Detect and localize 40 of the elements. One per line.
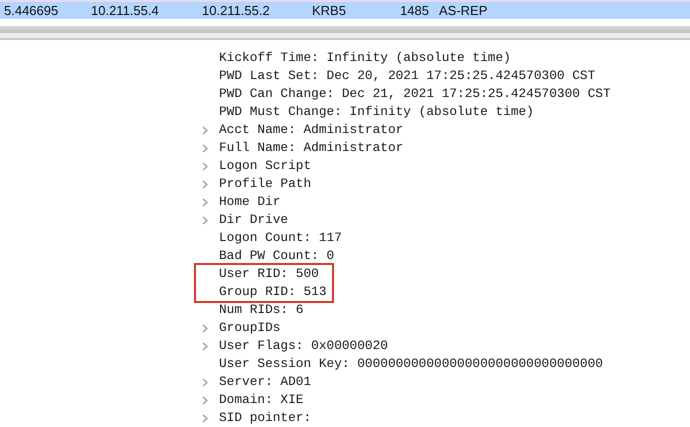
detail-text: Full Name: Administrator [219, 139, 404, 158]
packet-cell-text: 10.211.55.2 [202, 2, 271, 20]
chevron-right-icon[interactable] [202, 180, 208, 188]
chevron-right-icon[interactable] [202, 216, 208, 224]
detail-text: Home Dir [219, 193, 280, 212]
detail-text: Num RIDs: 6 [219, 301, 304, 320]
detail-text: SID pointer: [219, 409, 312, 427]
packet-cell-text: 5.446695 [4, 2, 60, 20]
detail-text: Acct Name: Administrator [219, 121, 404, 140]
packet-cell-text: 10.211.55.4 [91, 2, 160, 20]
chevron-right-icon[interactable] [202, 144, 208, 152]
packet-cell-text: 1485 [399, 2, 429, 20]
detail-text: PWD Can Change: Dec 21, 2021 17:25:25.424570300 CST [219, 85, 611, 104]
detail-text: Server: AD01 [219, 373, 312, 392]
detail-text: Logon Script [219, 157, 312, 176]
detail-text: User Flags: 0x00000020 [219, 337, 388, 356]
packet-cell-text: AS-REP [438, 2, 488, 20]
splitter-handle[interactable] [0, 26, 690, 33]
detail-text: Domain: XIE [219, 391, 304, 410]
detail-text: Logon Count: 117 [219, 229, 342, 248]
chevron-right-icon[interactable] [202, 324, 208, 332]
chevron-right-icon[interactable] [202, 342, 208, 350]
detail-text: Kickoff Time: Infinity (absolute time) [219, 49, 511, 68]
chevron-right-icon[interactable] [202, 414, 208, 422]
detail-text: Dir Drive [219, 211, 288, 230]
detail-text: Bad PW Count: 0 [219, 247, 334, 266]
detail-text: Group RID: 513 [219, 283, 327, 302]
detail-text: User RID: 500 [219, 265, 319, 284]
chevron-right-icon[interactable] [202, 126, 208, 134]
chevron-right-icon[interactable] [202, 378, 208, 386]
chevron-right-icon[interactable] [202, 396, 208, 404]
packet-cell-text: KRB5 [312, 2, 347, 20]
chevron-right-icon[interactable] [202, 162, 208, 170]
detail-text: PWD Last Set: Dec 20, 2021 17:25:25.424570300 CST [219, 67, 596, 86]
chevron-right-icon[interactable] [202, 198, 208, 206]
packet-row[interactable]: 5.446695 10.211.55.4 10.211.55.2 KRB5 1485 AS-REP [0, 0, 690, 19]
detail-text: User Session Key: 00000000000000000000000000000000 [219, 355, 603, 374]
detail-text: GroupIDs [219, 319, 280, 338]
detail-text: PWD Must Change: Infinity (absolute time) [219, 103, 534, 122]
detail-text: Profile Path [219, 175, 312, 194]
